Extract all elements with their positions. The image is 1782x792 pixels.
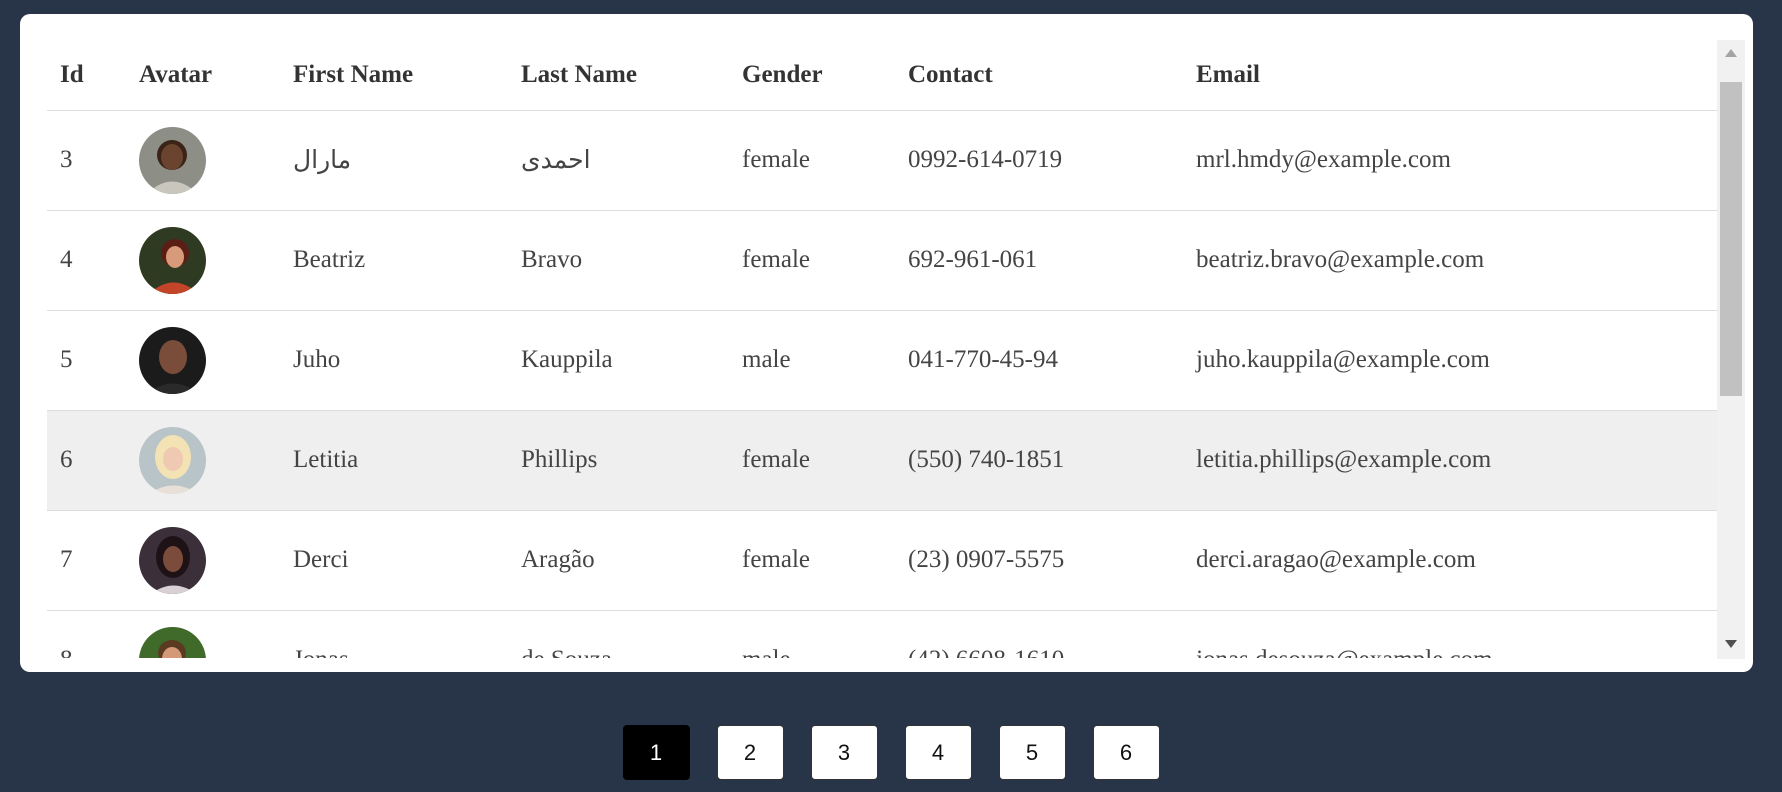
vertical-scrollbar[interactable] xyxy=(1717,40,1745,659)
cell-email: jonas.desouza@example.com xyxy=(1183,610,1718,658)
table-row[interactable]: 5 Juho Kauppila male 041-770-45-94 juho.… xyxy=(47,310,1718,411)
page-button-6[interactable]: 6 xyxy=(1092,725,1160,780)
cell-gender: male xyxy=(729,610,895,658)
cell-gender: male xyxy=(729,310,895,411)
cell-email: letitia.phillips@example.com xyxy=(1183,410,1718,511)
cell-contact: (42) 6608-1610 xyxy=(895,610,1183,658)
column-header-id: Id xyxy=(47,40,126,111)
cell-avatar xyxy=(126,510,280,611)
page-button-3[interactable]: 3 xyxy=(810,725,878,780)
cell-id: 3 xyxy=(47,110,126,211)
cell-id: 4 xyxy=(47,210,126,311)
table-body: 3 مارال احمدی female 0992-614-0719 mrl.h… xyxy=(47,110,1718,658)
cell-last-name: Aragão xyxy=(508,510,729,611)
page-button-5[interactable]: 5 xyxy=(998,725,1066,780)
cell-contact: (550) 740-1851 xyxy=(895,410,1183,511)
triangle-down-icon xyxy=(1724,636,1738,654)
cell-avatar xyxy=(126,210,280,311)
column-header-last-name: Last Name xyxy=(508,40,729,111)
scroll-thumb[interactable] xyxy=(1720,82,1742,396)
column-header-first-name: First Name xyxy=(280,40,508,111)
users-table-card: Id Avatar First Name Last Name Gender Co… xyxy=(20,14,1753,672)
cell-id: 6 xyxy=(47,410,126,511)
cell-first-name: Letitia xyxy=(280,410,508,511)
cell-gender: female xyxy=(729,110,895,211)
avatar xyxy=(139,126,206,194)
avatar xyxy=(139,626,206,658)
table-row[interactable]: 3 مارال احمدی female 0992-614-0719 mrl.h… xyxy=(47,110,1718,211)
table-row[interactable]: 8 Jonas de Souza male (42) 6608-1610 jon… xyxy=(47,610,1718,658)
users-table: Id Avatar First Name Last Name Gender Co… xyxy=(47,40,1718,658)
cell-contact: (23) 0907-5575 xyxy=(895,510,1183,611)
column-header-email: Email xyxy=(1183,40,1718,111)
table-row[interactable]: 4 Beatriz Bravo female 692-961-061 beatr… xyxy=(47,210,1718,311)
cell-contact: 692-961-061 xyxy=(895,210,1183,311)
cell-last-name: احمدی xyxy=(508,110,729,211)
cell-first-name: مارال xyxy=(280,110,508,211)
cell-avatar xyxy=(126,410,280,511)
pagination: 1 2 3 4 5 6 xyxy=(0,725,1782,780)
cell-id: 8 xyxy=(47,610,126,658)
cell-id: 5 xyxy=(47,310,126,411)
cell-first-name: Juho xyxy=(280,310,508,411)
cell-id: 7 xyxy=(47,510,126,611)
cell-avatar xyxy=(126,110,280,211)
column-header-gender: Gender xyxy=(729,40,895,111)
page-button-4[interactable]: 4 xyxy=(904,725,972,780)
cell-email: derci.aragao@example.com xyxy=(1183,510,1718,611)
cell-first-name: Beatriz xyxy=(280,210,508,311)
triangle-up-icon xyxy=(1724,45,1738,63)
avatar xyxy=(139,326,206,394)
page-button-1[interactable]: 1 xyxy=(622,725,690,780)
cell-email: juho.kauppila@example.com xyxy=(1183,310,1718,411)
table-header: Id Avatar First Name Last Name Gender Co… xyxy=(47,40,1718,111)
cell-contact: 0992-614-0719 xyxy=(895,110,1183,211)
avatar xyxy=(139,426,206,494)
cell-email: mrl.hmdy@example.com xyxy=(1183,110,1718,211)
cell-first-name: Derci xyxy=(280,510,508,611)
scroll-up-arrow[interactable] xyxy=(1717,40,1745,68)
avatar xyxy=(139,526,206,594)
cell-last-name: Bravo xyxy=(508,210,729,311)
scroll-down-arrow[interactable] xyxy=(1717,631,1745,659)
cell-first-name: Jonas xyxy=(280,610,508,658)
table-scroll-area[interactable]: Id Avatar First Name Last Name Gender Co… xyxy=(47,40,1747,658)
avatar xyxy=(139,226,206,294)
table-row[interactable]: 6 Letitia Phillips female (550) 740-1851… xyxy=(47,410,1718,511)
page-button-2[interactable]: 2 xyxy=(716,725,784,780)
cell-gender: female xyxy=(729,510,895,611)
cell-gender: female xyxy=(729,410,895,511)
cell-last-name: Phillips xyxy=(508,410,729,511)
cell-avatar xyxy=(126,610,280,658)
table-row[interactable]: 7 Derci Aragão female (23) 0907-5575 der… xyxy=(47,510,1718,611)
cell-last-name: Kauppila xyxy=(508,310,729,411)
cell-last-name: de Souza xyxy=(508,610,729,658)
cell-email: beatriz.bravo@example.com xyxy=(1183,210,1718,311)
column-header-contact: Contact xyxy=(895,40,1183,111)
cell-gender: female xyxy=(729,210,895,311)
cell-avatar xyxy=(126,310,280,411)
column-header-avatar: Avatar xyxy=(126,40,280,111)
cell-contact: 041-770-45-94 xyxy=(895,310,1183,411)
